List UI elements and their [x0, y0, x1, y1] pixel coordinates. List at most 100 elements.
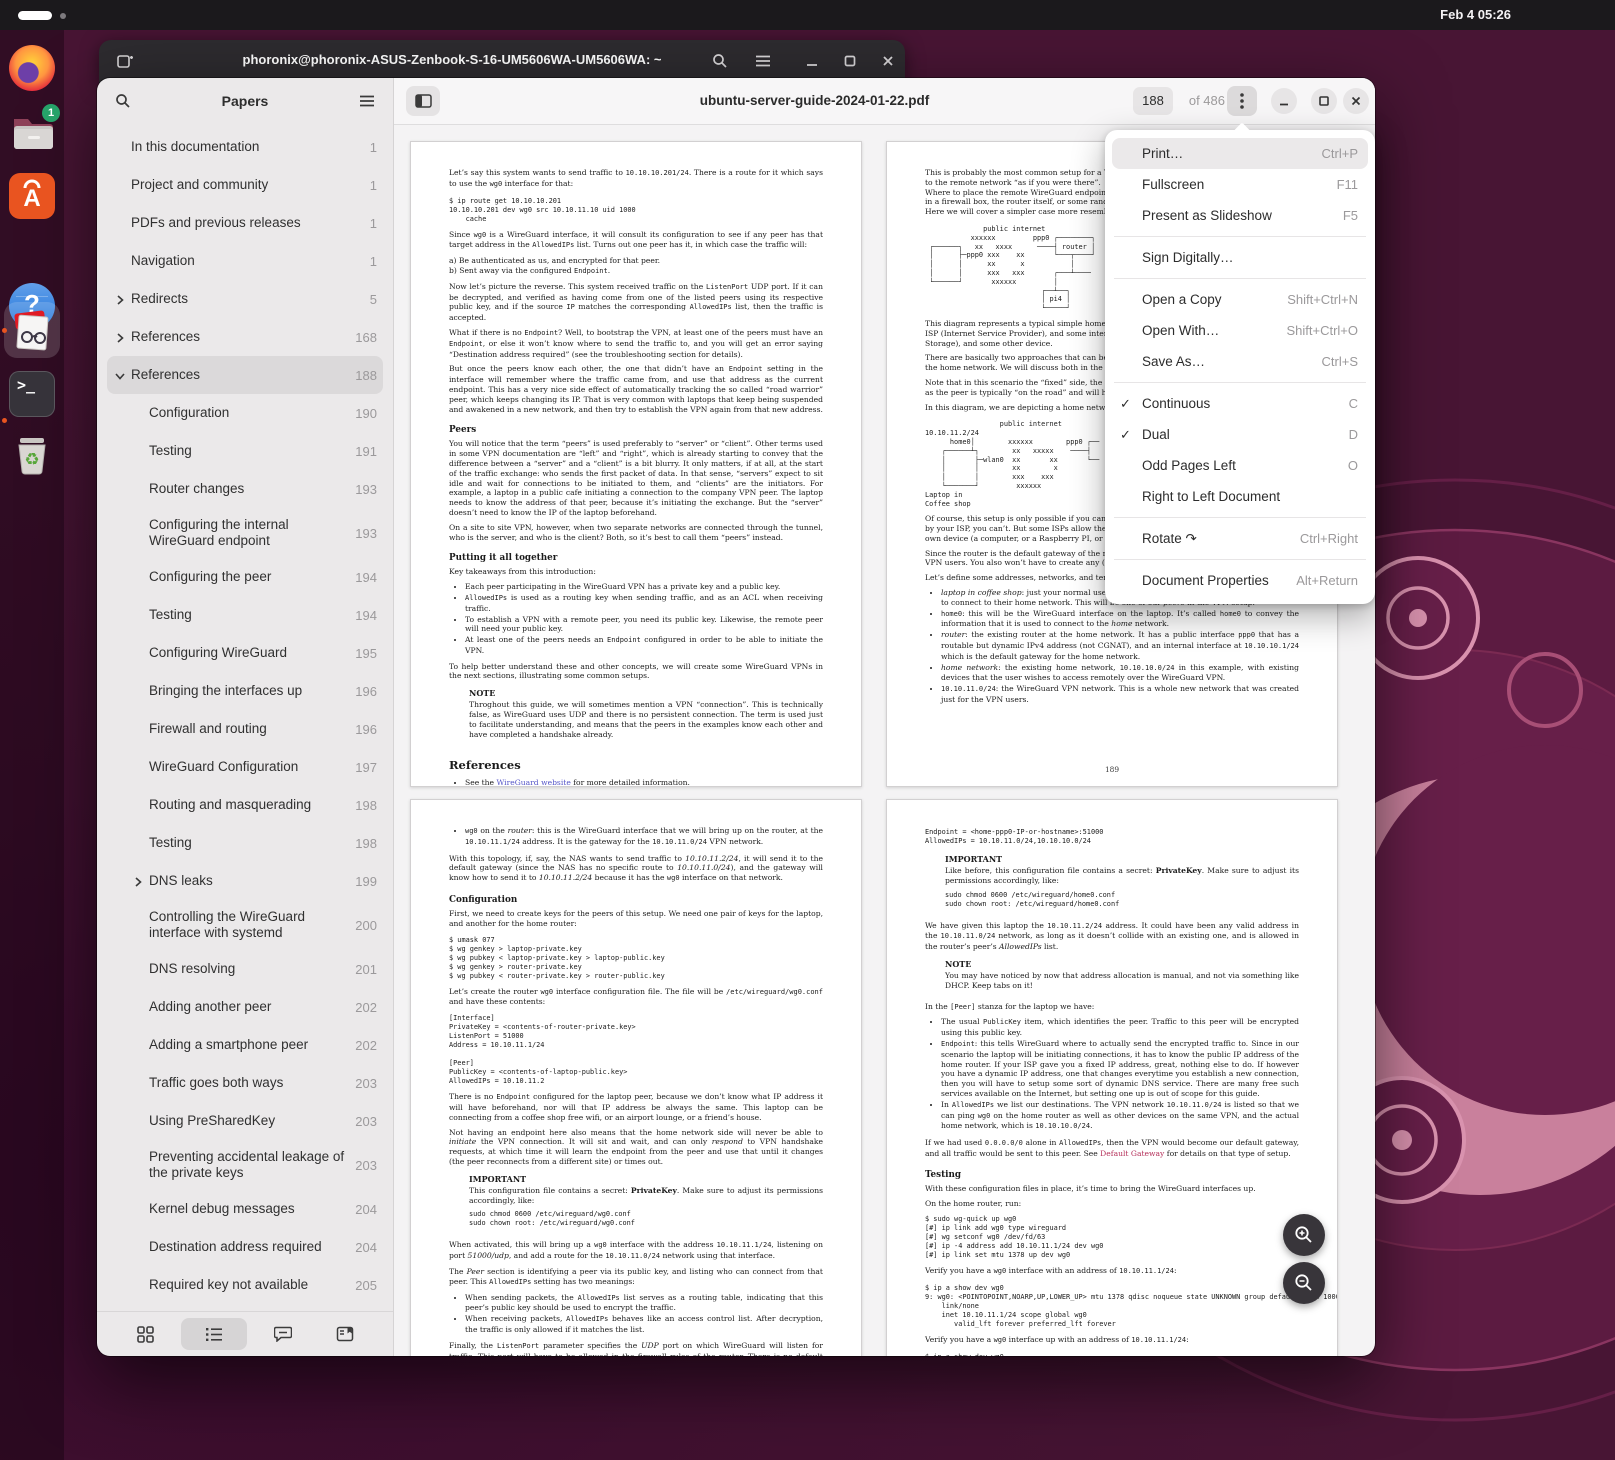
- pdf-block: With this topology, if, say, the NAS wan…: [449, 854, 823, 884]
- hamburger-icon: [755, 54, 771, 68]
- window-maximize-button[interactable]: [1311, 88, 1337, 114]
- outline-item[interactable]: Configuring WireGuard195: [107, 634, 383, 672]
- outline-item[interactable]: Preventing accidental leakage of the pri…: [107, 1140, 383, 1190]
- outline-item[interactable]: Redirects5: [107, 280, 383, 318]
- outline-item-page: 204: [349, 1240, 383, 1255]
- terminal-icon[interactable]: >_: [9, 371, 55, 417]
- outline-view-button[interactable]: [181, 1318, 247, 1350]
- outline-item[interactable]: In this documentation1: [107, 128, 383, 166]
- outline-item[interactable]: Adding a smartphone peer202: [107, 1026, 383, 1064]
- outline-item[interactable]: References188: [107, 356, 383, 394]
- menu-item[interactable]: FullscreenF11: [1112, 169, 1368, 200]
- chevron-right-icon[interactable]: [114, 331, 126, 343]
- menu-item[interactable]: Sign Digitally…: [1112, 242, 1368, 273]
- terminal-search-button[interactable]: [706, 47, 734, 75]
- menu-item[interactable]: ✓DualD: [1112, 419, 1368, 450]
- outline-item-label: Testing: [149, 443, 192, 459]
- menu-item[interactable]: Present as SlideshowF5: [1112, 200, 1368, 231]
- zoom-out-button[interactable]: [1283, 1262, 1325, 1304]
- outline-item[interactable]: Using PreSharedKey203: [107, 1102, 383, 1140]
- sidebar-toggle-button[interactable]: [406, 86, 440, 116]
- menu-item[interactable]: Open a CopyShift+Ctrl+N: [1112, 284, 1368, 315]
- chevron-right-icon[interactable]: [132, 875, 144, 887]
- thumbnails-view-button[interactable]: [119, 1318, 171, 1350]
- terminal-maximize-button[interactable]: [836, 47, 864, 75]
- menu-item[interactable]: Odd Pages LeftO: [1112, 450, 1368, 481]
- outline-list[interactable]: In this documentation1Project and commun…: [97, 124, 393, 1311]
- page-number-input[interactable]: 188: [1133, 87, 1173, 115]
- menu-item[interactable]: ✓ContinuousC: [1112, 388, 1368, 419]
- main-menu-button[interactable]: [1227, 86, 1257, 116]
- outline-item[interactable]: Project and community1: [107, 166, 383, 204]
- outline-item-label: Required key not available: [149, 1277, 308, 1293]
- pdf-block: When activated, this will bring up a wg0…: [449, 1240, 823, 1262]
- pdf-block: In the [Peer] stanza for the laptop we h…: [925, 1002, 1299, 1013]
- outline-item[interactable]: Adding another peer202: [107, 988, 383, 1026]
- outline-item-page: 196: [349, 722, 383, 737]
- menu-item-shortcut: Ctrl+Right: [1300, 531, 1358, 546]
- outline-item[interactable]: Destination address required204: [107, 1228, 383, 1266]
- annotations-view-button[interactable]: [257, 1318, 309, 1350]
- papers-icon[interactable]: [9, 307, 55, 353]
- menu-item[interactable]: Document PropertiesAlt+Return: [1112, 565, 1368, 596]
- outline-item[interactable]: References168: [107, 318, 383, 356]
- terminal-menu-button[interactable]: [749, 47, 777, 75]
- outline-item[interactable]: Configuring the internal WireGuard endpo…: [107, 508, 383, 558]
- outline-item-label: Using PreSharedKey: [149, 1113, 275, 1129]
- menu-separator: [1114, 278, 1366, 279]
- outline-item[interactable]: PDFs and previous releases1: [107, 204, 383, 242]
- menu-item-label: Right to Left Document: [1142, 489, 1358, 504]
- outline-item[interactable]: Navigation1: [107, 242, 383, 280]
- menu-item[interactable]: Save As…Ctrl+S: [1112, 346, 1368, 377]
- outline-item[interactable]: Testing198: [107, 824, 383, 862]
- outline-item[interactable]: Configuration190: [107, 394, 383, 432]
- pdf-block: NOTEYou may have noticed by now that add…: [945, 959, 1299, 996]
- outline-item[interactable]: WireGuard Configuration197: [107, 748, 383, 786]
- outline-item[interactable]: Traffic goes both ways203: [107, 1064, 383, 1102]
- menu-item[interactable]: Open With…Shift+Ctrl+O: [1112, 315, 1368, 346]
- outline-item[interactable]: Testing194: [107, 596, 383, 634]
- terminal-minimize-button[interactable]: [798, 47, 826, 75]
- bookmarks-view-button[interactable]: [319, 1318, 371, 1350]
- activities-indicator[interactable]: [18, 11, 52, 20]
- zoom-in-button[interactable]: [1283, 1214, 1325, 1256]
- outline-item[interactable]: Bringing the interfaces up196: [107, 672, 383, 710]
- outline-item[interactable]: DNS leaks199: [107, 862, 383, 900]
- window-minimize-button[interactable]: [1271, 88, 1297, 114]
- outline-item[interactable]: Router changes193: [107, 470, 383, 508]
- outline-item[interactable]: Testing191: [107, 432, 383, 470]
- menu-item[interactable]: Rotate ↷Ctrl+Right: [1112, 523, 1368, 554]
- terminal-close-button[interactable]: [874, 47, 902, 75]
- workspace-dot[interactable]: [60, 13, 66, 19]
- outline-item-page: 195: [349, 646, 383, 661]
- outline-item[interactable]: Required key not available205: [107, 1266, 383, 1304]
- outline-item[interactable]: Controlling the WireGuard interface with…: [107, 900, 383, 950]
- bookmark-book-icon: [336, 1326, 354, 1342]
- outline-item-page: 193: [349, 482, 383, 497]
- ubuntu-software-icon[interactable]: A: [9, 173, 55, 219]
- trash-icon[interactable]: ♻: [9, 431, 55, 477]
- outline-item-label: Navigation: [131, 253, 195, 269]
- chevron-down-icon[interactable]: [114, 369, 126, 381]
- menu-item-label: Continuous: [1142, 396, 1337, 411]
- outline-item-page: 200: [349, 918, 383, 933]
- sidebar-menu-button[interactable]: [353, 87, 381, 115]
- pdf-block: Not having an endpoint here also means t…: [449, 1128, 823, 1167]
- outline-item[interactable]: Routing and masquerading198: [107, 786, 383, 824]
- firefox-icon[interactable]: [9, 45, 55, 91]
- outline-item-page: 203: [349, 1076, 383, 1091]
- chevron-right-icon[interactable]: [114, 293, 126, 305]
- terminal-new-tab-button[interactable]: [111, 47, 139, 75]
- clock[interactable]: Feb 4 05:26: [1440, 0, 1511, 30]
- outline-item[interactable]: DNS resolving201: [107, 950, 383, 988]
- outline-item[interactable]: Configuring the peer194: [107, 558, 383, 596]
- window-close-button[interactable]: [1343, 88, 1369, 114]
- outline-item[interactable]: Kernel debug messages204: [107, 1190, 383, 1228]
- pdf-block: We have given this laptop the 10.10.11.2…: [925, 921, 1299, 952]
- files-icon[interactable]: 1: [9, 109, 55, 155]
- pdf-block: Verify you have a wg0 interface up with …: [925, 1335, 1299, 1346]
- menu-item[interactable]: Right to Left Document: [1112, 481, 1368, 512]
- menu-item[interactable]: Print…Ctrl+P: [1112, 138, 1368, 169]
- outline-item-label: Preventing accidental leakage of the pri…: [149, 1149, 349, 1182]
- outline-item[interactable]: Firewall and routing196: [107, 710, 383, 748]
